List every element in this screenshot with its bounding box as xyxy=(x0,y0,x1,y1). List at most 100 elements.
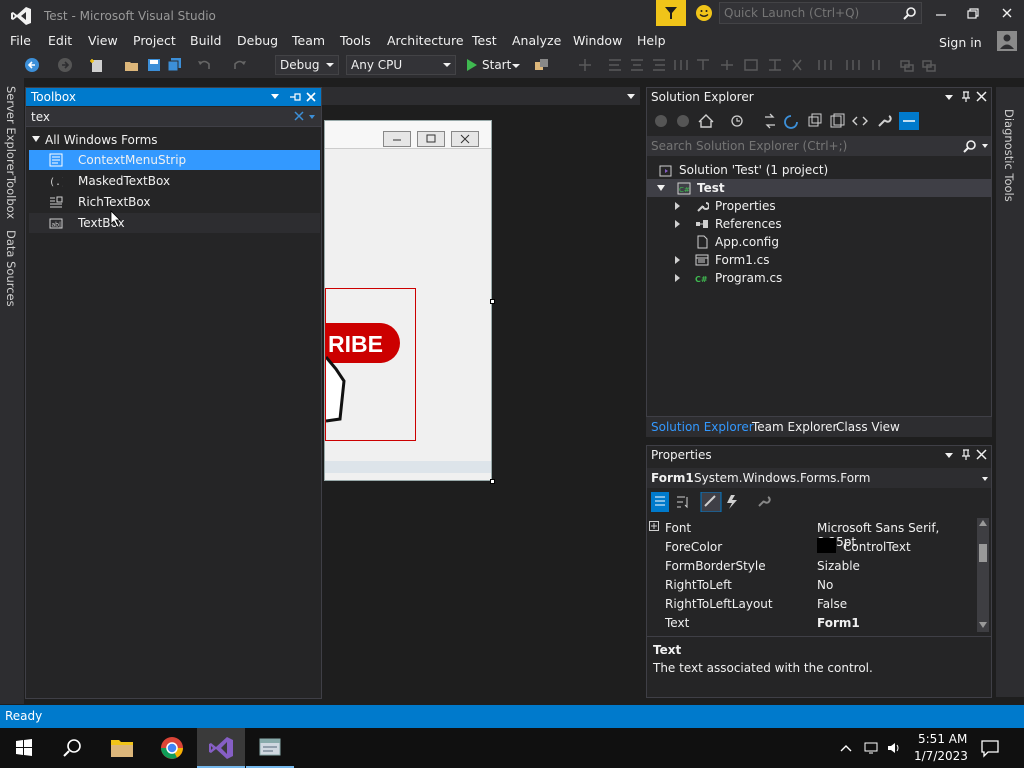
pin-icon[interactable] xyxy=(961,449,971,461)
toolbox-item-maskedtextbox[interactable]: (.) MaskedTextBox xyxy=(29,171,320,191)
solution-search-box[interactable] xyxy=(647,136,991,156)
attach-icon[interactable] xyxy=(534,57,550,73)
notifications-icon[interactable] xyxy=(980,738,1000,758)
property-row[interactable]: Text Form1 xyxy=(647,613,977,632)
taskbar-app-window[interactable] xyxy=(246,728,294,768)
tree-solution[interactable]: Solution 'Test' (1 project) xyxy=(647,161,991,179)
property-row[interactable]: ForeColor ControlText xyxy=(647,537,977,556)
property-row[interactable]: RightToLeftLayout False xyxy=(647,594,977,613)
search-options-icon[interactable] xyxy=(982,144,988,148)
toolbox-search-input[interactable] xyxy=(31,109,291,125)
property-row[interactable]: RightToLeft No xyxy=(647,575,977,594)
tree-app-config[interactable]: App.config xyxy=(647,233,991,251)
quick-launch-input[interactable] xyxy=(724,5,899,21)
tree-properties[interactable]: Properties xyxy=(647,197,991,215)
menu-architecture[interactable]: Architecture xyxy=(387,33,464,48)
tree-project[interactable]: C# Test xyxy=(647,179,991,197)
tab-data-sources[interactable]: Data Sources xyxy=(4,230,18,307)
navigate-forward-icon[interactable] xyxy=(57,57,73,73)
subscribe-picturebox[interactable]: RIBE xyxy=(325,288,416,441)
tab-class-view[interactable]: Class View xyxy=(836,420,900,434)
window-position-icon[interactable] xyxy=(271,94,279,99)
feedback-smiley-icon[interactable] xyxy=(695,4,713,22)
tab-team-explorer[interactable]: Team Explorer xyxy=(752,420,838,434)
taskbar-chrome[interactable] xyxy=(148,728,196,768)
new-project-icon[interactable] xyxy=(89,57,105,73)
menu-window[interactable]: Window xyxy=(573,33,622,48)
restore-button[interactable] xyxy=(960,4,986,24)
quick-launch-box[interactable] xyxy=(719,2,922,24)
toolbox-item-textbox[interactable]: ab| TextBox xyxy=(29,213,320,233)
toolbox-close-icon[interactable] xyxy=(305,91,317,103)
window-position-icon[interactable] xyxy=(945,453,953,458)
toolbox-search-box[interactable] xyxy=(26,107,321,127)
undo-icon[interactable] xyxy=(196,57,212,73)
tree-program[interactable]: C# Program.cs xyxy=(647,269,991,287)
tab-solution-explorer[interactable]: Solution Explorer xyxy=(651,420,754,434)
user-avatar-icon[interactable] xyxy=(997,31,1017,51)
property-row[interactable]: Font Microsoft Sans Serif, 8.25pt xyxy=(647,518,977,549)
scroll-up-icon[interactable] xyxy=(979,520,987,526)
toolbox-item-contextmenustrip[interactable]: ContextMenuStrip xyxy=(29,150,320,170)
expand-arrow-icon[interactable] xyxy=(675,274,680,282)
system-tray[interactable] xyxy=(838,740,910,756)
menu-build[interactable]: Build xyxy=(190,33,221,48)
object-selector[interactable]: Form1 System.Windows.Forms.Form xyxy=(647,468,991,488)
minimize-button[interactable] xyxy=(928,4,954,24)
solution-configuration-dropdown[interactable]: Debug xyxy=(275,55,339,75)
save-icon[interactable] xyxy=(146,57,162,73)
redo-icon[interactable] xyxy=(232,57,248,73)
menu-team[interactable]: Team xyxy=(292,33,325,48)
close-icon[interactable] xyxy=(976,91,987,102)
menu-test[interactable]: Test xyxy=(472,33,497,48)
expand-arrow-icon[interactable] xyxy=(675,220,680,228)
solution-search-input[interactable] xyxy=(651,138,951,154)
resize-handle-right[interactable] xyxy=(490,299,495,304)
property-description-title: Text xyxy=(653,643,682,657)
pin-icon[interactable] xyxy=(961,91,971,103)
notification-filter-icon[interactable] xyxy=(656,0,686,26)
taskbar-search-button[interactable] xyxy=(48,728,96,768)
clear-search-icon[interactable] xyxy=(294,111,304,121)
menu-view[interactable]: View xyxy=(88,33,118,48)
menu-tools[interactable]: Tools xyxy=(340,33,371,48)
taskbar-file-explorer[interactable] xyxy=(98,728,146,768)
start-button[interactable]: Start xyxy=(464,58,524,74)
expand-arrow-icon[interactable] xyxy=(675,202,680,210)
tab-diagnostic-tools[interactable]: Diagnostic Tools xyxy=(1002,109,1016,202)
property-row[interactable]: FormBorderStyle Sizable xyxy=(647,556,977,575)
menu-debug[interactable]: Debug xyxy=(237,33,278,48)
menu-project[interactable]: Project xyxy=(133,33,176,48)
expand-arrow-icon[interactable] xyxy=(657,185,665,191)
tree-form1[interactable]: Form1.cs xyxy=(647,251,991,269)
tab-toolbox[interactable]: Toolbox xyxy=(4,176,18,219)
auto-hide-pin-icon[interactable] xyxy=(288,91,302,103)
search-options-icon[interactable] xyxy=(309,115,315,119)
taskbar-visual-studio[interactable] xyxy=(197,728,245,768)
expand-arrow-icon[interactable] xyxy=(675,256,680,264)
close-icon[interactable] xyxy=(976,449,987,460)
open-file-icon[interactable] xyxy=(124,57,140,73)
menu-edit[interactable]: Edit xyxy=(48,33,72,48)
scroll-thumb[interactable] xyxy=(979,544,987,562)
solution-platform-dropdown[interactable]: Any CPU xyxy=(346,55,456,75)
tab-server-explorer[interactable]: Server Explorer xyxy=(4,86,18,175)
expand-plus-icon[interactable] xyxy=(649,521,659,531)
close-button[interactable] xyxy=(994,4,1020,24)
tree-references[interactable]: References xyxy=(647,215,991,233)
save-all-icon[interactable] xyxy=(167,57,183,73)
start-menu-button[interactable] xyxy=(0,728,48,768)
toolbox-item-richtextbox[interactable]: RichTextBox xyxy=(29,192,320,212)
svg-text:(.): (.) xyxy=(49,177,63,188)
tab-overflow-icon[interactable] xyxy=(627,94,635,99)
menu-file[interactable]: File xyxy=(10,33,31,48)
properties-scrollbar[interactable] xyxy=(977,518,989,632)
resize-handle-corner[interactable] xyxy=(490,479,495,484)
navigate-back-icon[interactable] xyxy=(24,57,40,73)
form1-preview[interactable]: RIBE xyxy=(324,120,492,481)
menu-analyze[interactable]: Analyze xyxy=(512,33,561,48)
scroll-down-icon[interactable] xyxy=(979,622,987,628)
window-position-icon[interactable] xyxy=(945,95,953,100)
menu-help[interactable]: Help xyxy=(637,33,666,48)
sign-in-link[interactable]: Sign in xyxy=(939,35,982,50)
